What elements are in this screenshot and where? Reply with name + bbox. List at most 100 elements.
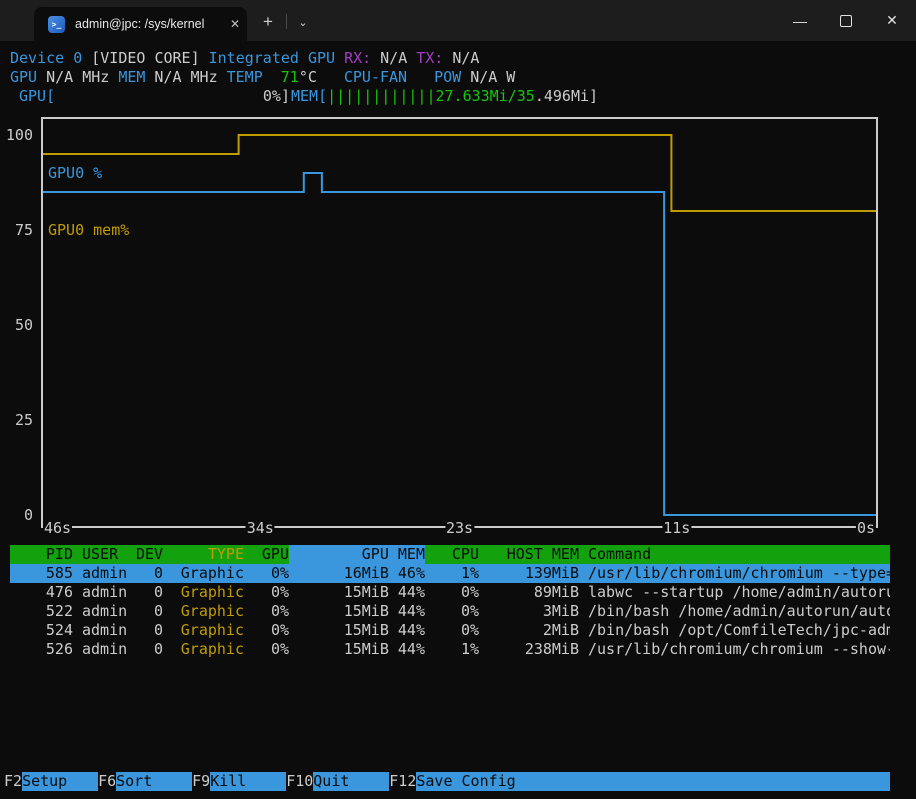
cell-pid: 585 bbox=[10, 564, 73, 583]
fn-action-kill[interactable]: Kill bbox=[210, 772, 286, 791]
function-key-bar: F2SetupF6SortF9KillF10QuitF12Save Config bbox=[4, 772, 890, 791]
gpu-clock-value: N/A MHz bbox=[46, 68, 109, 86]
cell-dev: 0 bbox=[136, 564, 163, 583]
fn-action-quit[interactable]: Quit bbox=[313, 772, 389, 791]
cell-command: /bin/bash /home/admin/autorun/auto bbox=[588, 602, 890, 621]
cell-gpu: 0% bbox=[244, 583, 289, 602]
header-host-mem: HOST MEM bbox=[479, 545, 579, 564]
pow-value: N/A W bbox=[470, 68, 515, 86]
device-info-line: Device 0[VIDEO CORE]Integrated GPURX:N/A… bbox=[10, 49, 479, 68]
y-tick-0: 0 bbox=[0, 506, 33, 525]
cell-host_mem: 139MiB bbox=[479, 564, 579, 583]
terminal-tab[interactable]: >_ admin@jpc: /sys/kernel ✕ bbox=[34, 7, 247, 41]
cell-cpu: 1% bbox=[425, 640, 479, 659]
fn-key-f12: F12 bbox=[389, 772, 416, 791]
mem-total-value: .496Mi] bbox=[535, 87, 598, 105]
cell-gpu: 0% bbox=[244, 602, 289, 621]
device-label: Device 0 bbox=[10, 49, 82, 67]
x-tick-11s: 11s bbox=[662, 519, 691, 538]
cell-type: Graphic bbox=[163, 583, 244, 602]
x-tick-34s: 34s bbox=[246, 519, 275, 538]
tx-label: TX: bbox=[416, 49, 443, 67]
gpu-bar-open: GPU[ bbox=[19, 87, 55, 106]
window-titlebar: >_ admin@jpc: /sys/kernel ✕ + ⌄ — ✕ bbox=[0, 0, 916, 41]
header-gpu: GPU bbox=[244, 545, 289, 564]
y-tick-75: 75 bbox=[0, 221, 33, 240]
mem-used-value: 27.633Mi/35 bbox=[436, 87, 535, 105]
maximize-button[interactable] bbox=[823, 0, 869, 41]
y-tick-50: 50 bbox=[0, 316, 33, 335]
fan-label: CPU-FAN bbox=[344, 68, 407, 86]
tab-dropdown-button[interactable]: ⌄ bbox=[290, 7, 316, 37]
chart-lines bbox=[43, 119, 876, 526]
cell-user: admin bbox=[82, 602, 136, 621]
rx-value: N/A bbox=[380, 49, 407, 67]
minimize-button[interactable]: — bbox=[777, 0, 823, 41]
cell-cpu: 1% bbox=[425, 564, 479, 583]
table-row[interactable]: 524admin0Graphic0%15MiB 44%0%2MiB/bin/ba… bbox=[10, 621, 890, 640]
cell-dev: 0 bbox=[136, 621, 163, 640]
maximize-icon bbox=[840, 15, 852, 27]
gpu-history-chart: GPU0 % GPU0 mem% bbox=[41, 117, 878, 528]
series-gpu0-mem- bbox=[43, 135, 876, 211]
fn-key-f10: F10 bbox=[286, 772, 313, 791]
mem-clock-label: MEM bbox=[118, 68, 145, 86]
fn-action-setup[interactable]: Setup bbox=[22, 772, 98, 791]
y-tick-100: 100 bbox=[0, 126, 33, 145]
legend-gpu-mem: GPU0 mem% bbox=[48, 221, 129, 240]
fn-key-f9: F9 bbox=[192, 772, 210, 791]
cell-type: Graphic bbox=[163, 564, 244, 583]
chart-legend: GPU0 % GPU0 mem% bbox=[48, 126, 129, 278]
cell-gpu_mem: 16MiB 46% bbox=[289, 564, 425, 583]
temp-unit: °C bbox=[299, 68, 317, 86]
terminal-window: >_ admin@jpc: /sys/kernel ✕ + ⌄ — ✕ Devi… bbox=[0, 0, 916, 799]
mem-clock-value: N/A MHz bbox=[154, 68, 217, 86]
cell-gpu_mem: 15MiB 44% bbox=[289, 583, 425, 602]
x-tick-46s: 46s bbox=[43, 519, 72, 538]
cell-gpu: 0% bbox=[244, 640, 289, 659]
cell-type: Graphic bbox=[163, 640, 244, 659]
header-gpu-mem-sorted: GPU MEM bbox=[289, 545, 425, 564]
new-tab-button[interactable]: + bbox=[252, 7, 284, 37]
cell-user: admin bbox=[82, 640, 136, 659]
header-pid: PID bbox=[10, 545, 73, 564]
header-cpu: CPU bbox=[425, 545, 479, 564]
x-tick-23s: 23s bbox=[445, 519, 474, 538]
header-command: Command bbox=[588, 545, 890, 564]
table-row[interactable]: 476admin0Graphic0%15MiB 44%0%89MiBlabwc … bbox=[10, 583, 890, 602]
table-row[interactable]: 526admin0Graphic0%15MiB 44%1%238MiB/usr/… bbox=[10, 640, 890, 659]
close-icon: ✕ bbox=[886, 12, 898, 29]
cell-gpu_mem: 15MiB 44% bbox=[289, 602, 425, 621]
cell-pid: 476 bbox=[10, 583, 73, 602]
fn-key-f2: F2 bbox=[4, 772, 22, 791]
table-header: PIDUSERDEVTYPEGPUGPU MEMCPUHOST MEMComma… bbox=[10, 545, 890, 564]
table-row[interactable]: 522admin0Graphic0%15MiB 44%0%3MiB/bin/ba… bbox=[10, 602, 890, 621]
cell-cpu: 0% bbox=[425, 621, 479, 640]
mem-util-bar: MEM[||||||||||||27.633Mi/35.496Mi] bbox=[291, 87, 598, 106]
fn-action-sort[interactable]: Sort bbox=[116, 772, 192, 791]
cell-type: Graphic bbox=[163, 602, 244, 621]
header-type: TYPE bbox=[163, 545, 244, 564]
tab-title: admin@jpc: /sys/kernel bbox=[75, 17, 223, 31]
cell-pid: 522 bbox=[10, 602, 73, 621]
y-tick-25: 25 bbox=[0, 411, 33, 430]
tx-value: N/A bbox=[452, 49, 479, 67]
cell-user: admin bbox=[82, 583, 136, 602]
cell-host_mem: 3MiB bbox=[479, 602, 579, 621]
cell-command: /usr/lib/chromium/chromium --show- bbox=[588, 640, 890, 659]
tab-close-icon[interactable]: ✕ bbox=[223, 17, 247, 31]
rx-label: RX: bbox=[344, 49, 371, 67]
cell-command: /usr/lib/chromium/chromium --type= bbox=[588, 564, 890, 583]
gpu-clock-label: GPU bbox=[10, 68, 37, 86]
fn-action-save-config[interactable]: Save Config bbox=[416, 772, 890, 791]
close-button[interactable]: ✕ bbox=[869, 0, 915, 41]
header-user: USER bbox=[82, 545, 136, 564]
gpu-bar-percent: 0%] bbox=[263, 87, 290, 106]
chevron-down-icon: ⌄ bbox=[298, 16, 307, 29]
table-row[interactable]: 585admin0Graphic0%16MiB 46%1%139MiB/usr/… bbox=[10, 564, 890, 583]
cell-gpu_mem: 15MiB 44% bbox=[289, 640, 425, 659]
cell-dev: 0 bbox=[136, 640, 163, 659]
mem-bar-fill: |||||||||||| bbox=[327, 87, 435, 105]
cell-dev: 0 bbox=[136, 602, 163, 621]
x-tick-0s: 0s bbox=[856, 519, 876, 538]
